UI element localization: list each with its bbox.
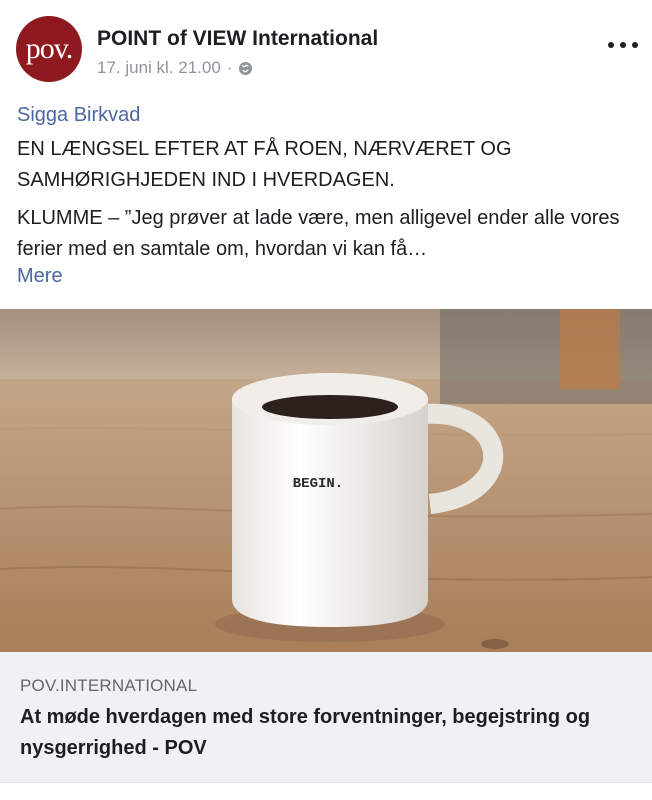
link-preview-image[interactable]: BEGIN. (0, 309, 652, 652)
globe-icon (238, 61, 253, 76)
avatar-logo-text: pov. (25, 32, 74, 65)
facebook-post: pov. POINT of VIEW International 17. jun… (0, 0, 652, 800)
post-meta: 17. juni kl. 21.00 · (97, 58, 253, 78)
author-link[interactable]: Sigga Birkvad (17, 104, 140, 127)
see-more-link[interactable]: Mere (17, 265, 63, 288)
meta-separator: · (226, 58, 233, 77)
post-excerpt: KLUMME – ”Jeg prøver at lade være, men a… (17, 207, 620, 260)
link-domain: POV.INTERNATIONAL (20, 676, 198, 695)
post-timestamp[interactable]: 17. juni kl. 21.00 (97, 58, 221, 78)
link-title[interactable]: At møde hverdagen med store forventninge… (20, 702, 630, 764)
page-avatar[interactable]: pov. (16, 16, 82, 82)
mug-text: BEGIN. (293, 476, 343, 492)
page-name-link[interactable]: POINT of VIEW International (97, 27, 378, 51)
link-preview-card[interactable]: POV.INTERNATIONAL At møde hverdagen med … (0, 652, 652, 783)
post-headline: EN LÆNGSEL EFTER AT FÅ ROEN, NÆRVÆRET OG… (17, 138, 512, 191)
more-options-icon[interactable] (608, 40, 638, 50)
